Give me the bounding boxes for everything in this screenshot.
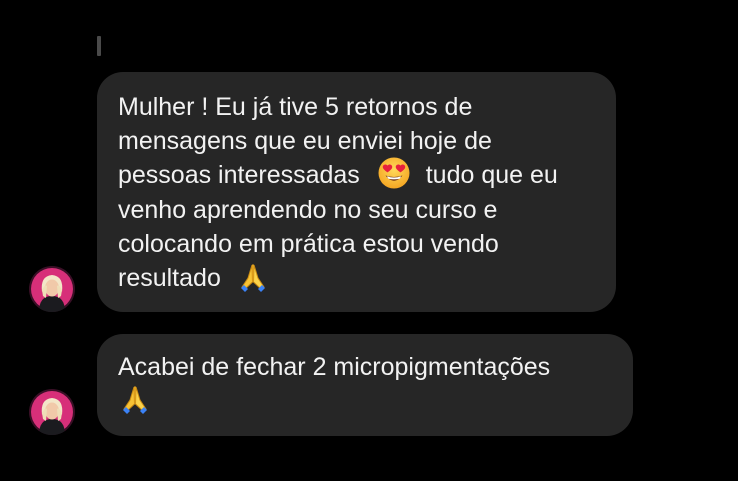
sender-avatar[interactable] (29, 266, 75, 312)
message-line: colocando em prática estou vendo (118, 230, 499, 259)
message-line: pessoas interessadas tudo que eu (118, 156, 594, 193)
message-line: Acabei de fechar 2 micropigmentações (118, 353, 551, 381)
folded-hands-emoji-icon (118, 382, 152, 416)
message-line: Mulher ! Eu já tive 5 retornos de (118, 93, 473, 121)
message-text: pessoas interessadas (118, 161, 360, 189)
message-bubble[interactable]: Acabei de fechar 2 micropigmentações (97, 334, 633, 436)
message-text: resultado (118, 264, 221, 293)
message-bubble[interactable]: Mulher ! Eu já tive 5 retornos de mensag… (97, 72, 616, 312)
folded-hands-emoji-icon (236, 260, 270, 294)
sender-avatar[interactable] (29, 389, 75, 435)
message-text: tudo que eu (425, 161, 558, 189)
heart-eyes-emoji-icon (377, 156, 411, 190)
message-line: resultado (118, 261, 594, 296)
message-line (118, 384, 611, 419)
message-line: venho aprendendo no seu curso e (118, 196, 498, 225)
message-line: mensagens que eu enviei hoje de (118, 127, 492, 155)
text-cursor-mark (97, 36, 101, 56)
